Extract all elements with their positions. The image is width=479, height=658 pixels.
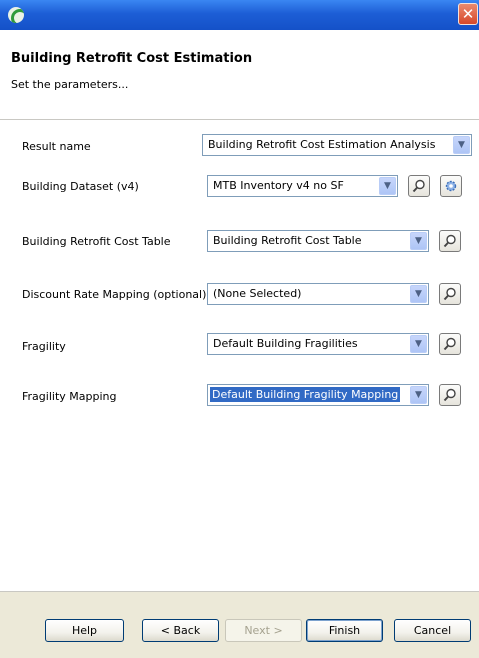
retrofit-cost-table-label: Building Retrofit Cost Table <box>22 235 171 248</box>
magnifier-icon <box>443 337 456 351</box>
building-dataset-search-button[interactable] <box>408 175 430 197</box>
building-dataset-value: MTB Inventory v4 no SF <box>213 179 344 192</box>
page-subtitle: Set the parameters... <box>11 78 129 91</box>
finish-button[interactable]: Finish <box>306 619 383 642</box>
close-window-button[interactable]: ✕ <box>458 3 478 25</box>
cancel-button[interactable]: Cancel <box>394 619 471 642</box>
discount-rate-mapping-search-button[interactable] <box>439 283 461 305</box>
discount-rate-mapping-combo[interactable]: (None Selected) ▼ <box>207 283 429 305</box>
wizard-header: Building Retrofit Cost Estimation Set th… <box>0 30 479 120</box>
magnifier-icon <box>443 388 456 402</box>
fragility-search-button[interactable] <box>439 333 461 355</box>
parameters-form: Result name Building Retrofit Cost Estim… <box>0 121 479 591</box>
retrofit-cost-table-combo[interactable]: Building Retrofit Cost Table ▼ <box>207 230 429 252</box>
discount-rate-mapping-label: Discount Rate Mapping (optional) <box>22 288 207 301</box>
fragility-label: Fragility <box>22 340 66 353</box>
chevron-down-icon[interactable]: ▼ <box>453 136 470 154</box>
app-logo-icon <box>8 7 24 23</box>
fragility-combo[interactable]: Default Building Fragilities ▼ <box>207 333 429 355</box>
fragility-mapping-value: Default Building Fragility Mapping <box>210 387 401 402</box>
result-name-combo[interactable]: Building Retrofit Cost Estimation Analys… <box>202 134 472 156</box>
gear-icon <box>445 180 457 192</box>
next-button[interactable]: Next > <box>225 619 302 642</box>
magnifier-icon <box>443 287 456 301</box>
fragility-mapping-search-button[interactable] <box>439 384 461 406</box>
chevron-down-icon[interactable]: ▼ <box>379 177 396 195</box>
retrofit-cost-table-value: Building Retrofit Cost Table <box>213 234 362 247</box>
fragility-mapping-combo[interactable]: Default Building Fragility Mapping ▼ <box>207 384 429 406</box>
window-titlebar[interactable]: ✕ <box>0 0 479 30</box>
fragility-value: Default Building Fragilities <box>213 337 358 350</box>
retrofit-cost-table-search-button[interactable] <box>439 230 461 252</box>
wizard-button-bar: Help < Back Next > Finish Cancel <box>0 592 479 658</box>
discount-rate-mapping-value: (None Selected) <box>213 287 302 300</box>
chevron-down-icon[interactable]: ▼ <box>410 386 427 404</box>
magnifier-icon <box>412 179 425 193</box>
building-dataset-combo[interactable]: MTB Inventory v4 no SF ▼ <box>207 175 398 197</box>
chevron-down-icon[interactable]: ▼ <box>410 285 427 303</box>
magnifier-icon <box>443 234 456 248</box>
help-button[interactable]: Help <box>45 619 124 642</box>
result-name-value: Building Retrofit Cost Estimation Analys… <box>208 138 436 151</box>
page-title: Building Retrofit Cost Estimation <box>11 51 253 66</box>
result-name-label: Result name <box>22 140 91 153</box>
chevron-down-icon[interactable]: ▼ <box>410 232 427 250</box>
building-dataset-label: Building Dataset (v4) <box>22 180 139 193</box>
building-dataset-settings-button[interactable] <box>440 175 462 197</box>
back-button[interactable]: < Back <box>142 619 219 642</box>
chevron-down-icon[interactable]: ▼ <box>410 335 427 353</box>
fragility-mapping-label: Fragility Mapping <box>22 390 117 403</box>
